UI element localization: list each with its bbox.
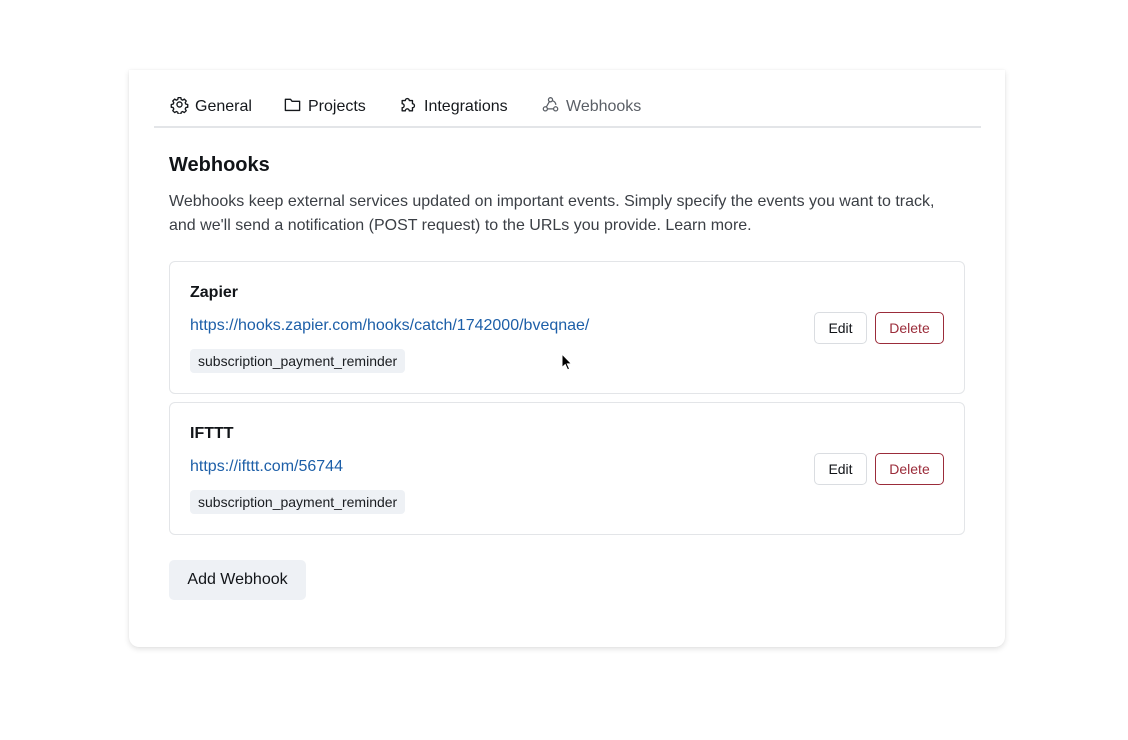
tab-label: Projects (308, 98, 366, 115)
webhook-name: IFTTT (190, 425, 234, 442)
tab-projects[interactable]: Projects (283, 96, 366, 118)
page-description: Webhooks keep external services updated … (169, 193, 935, 234)
tab-general[interactable]: General (170, 96, 252, 118)
tab-label: Integrations (424, 98, 508, 115)
webhook-card: Zapier https://hooks.zapier.com/hooks/ca… (169, 261, 965, 394)
gear-icon (170, 95, 189, 119)
webhook-name: Zapier (190, 284, 239, 301)
edit-button[interactable]: Edit (814, 312, 867, 344)
webhook-event-tag: subscription_payment_reminder (190, 490, 406, 514)
webhook-url-link[interactable]: https://ifttt.com/56744 (190, 458, 343, 476)
tab-label: Webhooks (566, 98, 642, 115)
folder-icon (283, 95, 302, 119)
webhook-card: IFTTT https://ifttt.com/56744 subscripti… (169, 402, 965, 535)
tab-integrations[interactable]: Integrations (399, 96, 508, 118)
page-title: Webhooks (169, 154, 270, 176)
tab-label: General (195, 98, 252, 115)
delete-button[interactable]: Delete (875, 453, 944, 485)
delete-button[interactable]: Delete (875, 312, 944, 344)
add-webhook-button[interactable]: Add Webhook (169, 560, 306, 600)
webhook-icon (541, 95, 560, 119)
mouse-cursor-icon (561, 353, 573, 371)
tab-webhooks[interactable]: Webhooks (541, 96, 641, 118)
webhook-url-link[interactable]: https://hooks.zapier.com/hooks/catch/174… (190, 317, 589, 335)
settings-tabs: General Projects Integrations Webhooks (154, 70, 981, 128)
webhook-event-tag: subscription_payment_reminder (190, 349, 406, 373)
edit-button[interactable]: Edit (814, 453, 867, 485)
puzzle-icon (399, 95, 418, 119)
